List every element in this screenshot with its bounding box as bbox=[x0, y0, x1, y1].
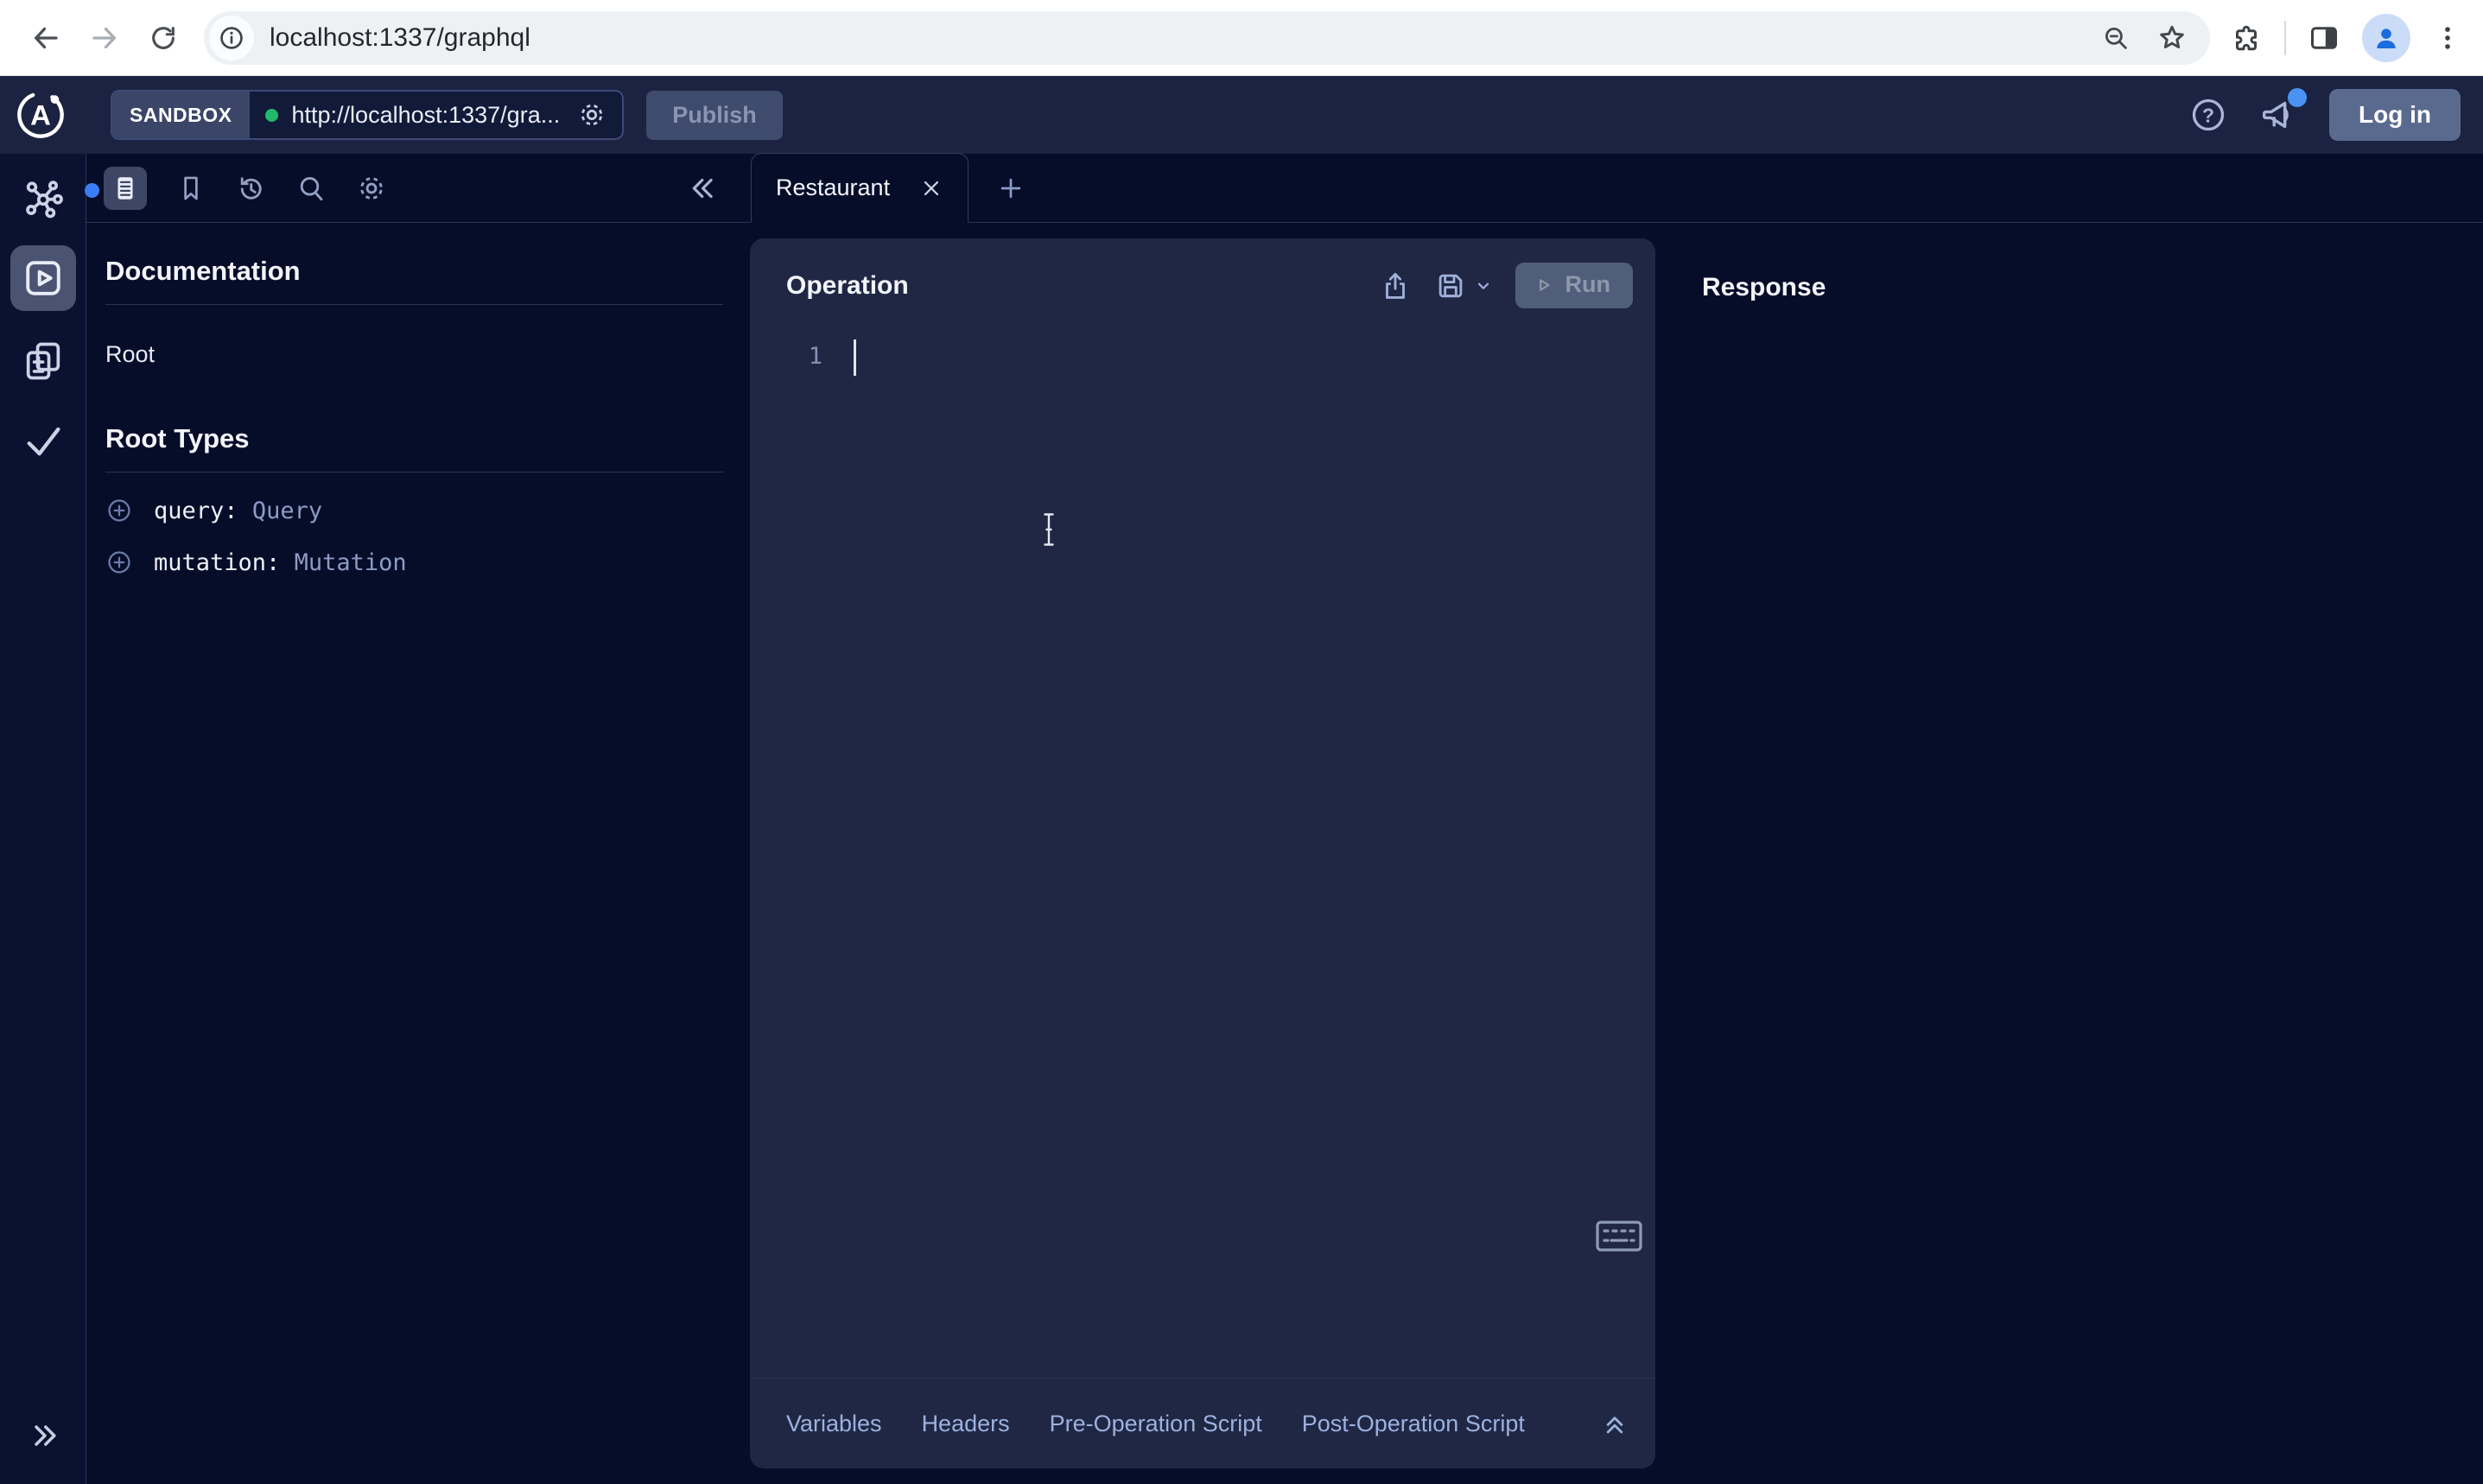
divider bbox=[105, 304, 723, 305]
tab-variables[interactable]: Variables bbox=[786, 1411, 882, 1437]
operation-tabbar: Restaurant bbox=[747, 154, 2483, 223]
help-icon[interactable]: ? bbox=[2189, 96, 2227, 134]
reload-icon[interactable] bbox=[138, 13, 188, 63]
connection-status-dot bbox=[265, 109, 278, 122]
collapse-panel-icon[interactable] bbox=[685, 172, 730, 205]
tab-label: Restaurant bbox=[776, 174, 890, 201]
add-mutation-icon[interactable] bbox=[105, 549, 133, 576]
main-area: Restaurant Operation bbox=[747, 154, 2483, 1484]
forward-icon[interactable] bbox=[79, 13, 130, 63]
keyboard-shortcuts-icon[interactable] bbox=[1595, 1219, 1643, 1253]
publish-button[interactable]: Publish bbox=[646, 91, 783, 140]
response-title: Response bbox=[1702, 273, 1826, 302]
left-rail bbox=[0, 154, 86, 1484]
svg-text:A: A bbox=[30, 99, 51, 131]
apollo-logo[interactable]: A bbox=[16, 90, 66, 140]
sandbox-badge: SANDBOX bbox=[112, 92, 250, 138]
bookmarks-icon[interactable] bbox=[176, 174, 206, 203]
docs-toolbar bbox=[86, 154, 747, 223]
mutation-type-link[interactable]: Mutation bbox=[295, 549, 407, 576]
announcements-notification-dot bbox=[2288, 88, 2307, 107]
profile-avatar[interactable] bbox=[2362, 14, 2410, 62]
run-button-label: Run bbox=[1565, 271, 1610, 298]
explorer-icon[interactable] bbox=[10, 245, 76, 311]
endpoint-url[interactable]: http://localhost:1337/gra... bbox=[292, 102, 561, 129]
content-area: Documentation Root Root Types query: Que… bbox=[0, 154, 2483, 1484]
menu-kebab-icon[interactable] bbox=[2433, 23, 2462, 53]
save-operation-icon[interactable] bbox=[1434, 270, 1467, 302]
tab-headers[interactable]: Headers bbox=[922, 1411, 1010, 1437]
root-type-mutation-row: mutation: Mutation bbox=[105, 549, 723, 576]
operation-title: Operation bbox=[786, 271, 909, 301]
settings-icon[interactable] bbox=[356, 173, 387, 204]
expand-footer-icon[interactable] bbox=[1600, 1409, 1629, 1438]
operation-footer: Variables Headers Pre-Operation Script P… bbox=[750, 1378, 1655, 1468]
add-query-icon[interactable] bbox=[105, 497, 133, 524]
endpoint-group: SANDBOX http://localhost:1337/gra... bbox=[111, 90, 624, 140]
run-button[interactable]: Run bbox=[1515, 263, 1633, 308]
history-icon[interactable] bbox=[235, 173, 266, 204]
close-tab-icon[interactable] bbox=[919, 176, 943, 200]
url-text[interactable]: localhost:1337/graphql bbox=[270, 23, 2101, 53]
rail-notification-dot bbox=[85, 183, 99, 198]
root-type-query-row: query: Query bbox=[105, 497, 723, 524]
mutation-field-label: mutation: bbox=[154, 549, 280, 576]
save-options-chevron-icon[interactable] bbox=[1474, 276, 1493, 295]
announcements-icon[interactable] bbox=[2258, 95, 2298, 135]
documentation-panel: Documentation Root Root Types query: Que… bbox=[86, 154, 747, 1484]
checks-icon[interactable] bbox=[21, 418, 66, 463]
docs-root-link[interactable]: Root bbox=[105, 341, 723, 368]
tab-post-operation-script[interactable]: Post-Operation Script bbox=[1302, 1411, 1525, 1437]
site-info-icon[interactable] bbox=[209, 16, 254, 60]
apollo-sandbox-screen: localhost:1337/graphql bbox=[0, 0, 2483, 1484]
documentation-icon[interactable] bbox=[104, 167, 147, 210]
expand-rail-icon[interactable] bbox=[28, 1418, 62, 1453]
browser-toolbar: localhost:1337/graphql bbox=[0, 0, 2483, 76]
operation-editor[interactable]: 1 bbox=[750, 339, 1655, 1378]
share-operation-icon[interactable] bbox=[1379, 270, 1412, 302]
operation-header: Operation bbox=[750, 238, 1655, 308]
tab-pre-operation-script[interactable]: Pre-Operation Script bbox=[1050, 1411, 1262, 1437]
query-type-link[interactable]: Query bbox=[252, 498, 322, 524]
side-panel-icon[interactable] bbox=[2308, 22, 2340, 54]
query-field-label: query: bbox=[154, 498, 238, 524]
tab-restaurant[interactable]: Restaurant bbox=[751, 153, 968, 223]
svg-text:?: ? bbox=[2202, 104, 2214, 126]
back-icon[interactable] bbox=[21, 13, 71, 63]
search-icon[interactable] bbox=[295, 173, 327, 204]
docs-title: Documentation bbox=[105, 256, 723, 287]
root-types-title: Root Types bbox=[105, 423, 723, 454]
add-tab-icon[interactable] bbox=[996, 174, 1026, 203]
save-operation-group[interactable] bbox=[1434, 270, 1493, 302]
toolbar-divider bbox=[2284, 21, 2286, 55]
extensions-icon[interactable] bbox=[2231, 22, 2262, 54]
login-button[interactable]: Log in bbox=[2329, 89, 2461, 141]
connection-settings-gear-icon[interactable] bbox=[577, 100, 606, 130]
zoom-icon[interactable] bbox=[2101, 23, 2131, 53]
text-caret bbox=[854, 339, 856, 376]
address-bar[interactable]: localhost:1337/graphql bbox=[204, 11, 2210, 65]
graph-icon[interactable] bbox=[21, 176, 66, 221]
apollo-header: A SANDBOX http://localhost:1337/gra... P… bbox=[0, 76, 2483, 154]
operation-panel: Operation bbox=[750, 238, 1655, 1468]
changelog-icon[interactable] bbox=[21, 339, 66, 384]
line-number: 1 bbox=[800, 343, 822, 370]
bookmark-star-icon[interactable] bbox=[2156, 22, 2188, 54]
